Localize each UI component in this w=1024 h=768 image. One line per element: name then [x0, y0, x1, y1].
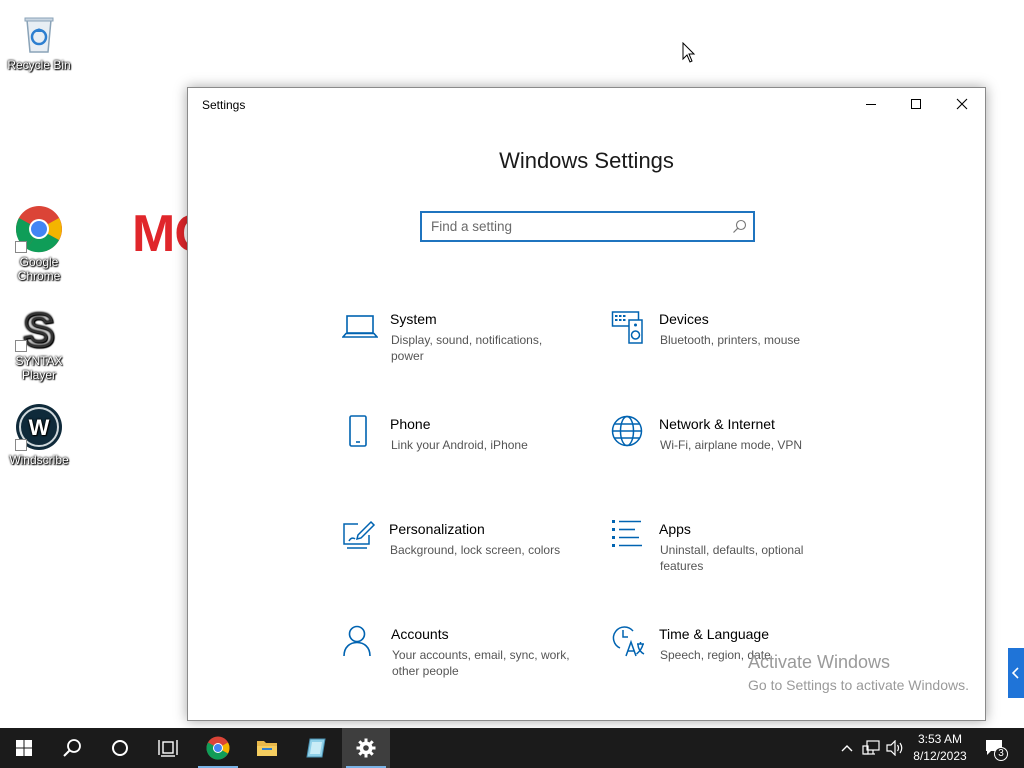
- category-name: Phone: [390, 416, 431, 432]
- chrome-icon: [206, 736, 230, 760]
- chrome-icon: [15, 205, 63, 253]
- app-icon: [306, 738, 326, 758]
- category-name: System: [390, 311, 437, 327]
- devices-icon: [611, 311, 643, 344]
- speaker-icon: [886, 740, 903, 756]
- category-system[interactable]: System Display, sound, notifications, po…: [342, 310, 582, 380]
- category-name: Devices: [659, 311, 709, 327]
- window-title: Settings: [202, 98, 246, 112]
- category-devices[interactable]: Devices Bluetooth, printers, mouse: [611, 310, 851, 380]
- clock-time: 3:53 AM: [917, 732, 963, 746]
- taskbar-app[interactable]: [292, 728, 340, 768]
- category-name: Time & Language: [659, 626, 769, 642]
- shortcut-arrow-icon: [15, 439, 27, 451]
- recycle-bin-icon: [15, 8, 63, 56]
- desktop-icon-recycle-bin[interactable]: Recycle Bin: [1, 8, 77, 72]
- windows-logo-icon: [16, 740, 32, 756]
- taskbar-chrome[interactable]: [194, 728, 242, 768]
- page-title: Windows Settings: [499, 148, 674, 173]
- category-phone[interactable]: Phone Link your Android, iPhone: [342, 415, 582, 485]
- syntax-player-icon: S: [15, 303, 63, 357]
- close-icon: [956, 98, 968, 110]
- category-description: Background, lock screen, colors: [390, 543, 561, 557]
- category-name: Apps: [659, 521, 691, 537]
- cortana-button[interactable]: [96, 728, 144, 768]
- paint-icon: [343, 520, 376, 549]
- system-clock[interactable]: 3:53 AM 8/12/2023: [908, 731, 972, 765]
- taskbar: 3:53 AM 8/12/2023 3: [0, 728, 1024, 768]
- laptop-icon: [342, 315, 378, 338]
- search-input[interactable]: [422, 213, 722, 240]
- settings-window: Settings Windows Settings System Display…: [187, 87, 986, 721]
- category-description: Wi-Fi, airplane mode, VPN: [660, 438, 803, 452]
- network-icon: [862, 740, 880, 755]
- desktop-icon-label: SYNTAX Player: [15, 354, 63, 382]
- minimize-icon: [866, 104, 876, 105]
- desktop-icon-windscribe[interactable]: W Windscribe: [1, 403, 77, 467]
- desktop-icon-label: Google Chrome: [17, 255, 61, 283]
- folder-icon: [257, 741, 277, 756]
- category-description: Speech, region, date: [660, 648, 771, 662]
- desktop-icon-label: Recycle Bin: [7, 58, 71, 72]
- apps-list-icon: [612, 520, 642, 547]
- category-description: Your accounts, email, sync, work, other …: [392, 648, 570, 678]
- show-hidden-icons-button[interactable]: [838, 728, 856, 768]
- category-name: Accounts: [391, 626, 449, 642]
- side-panel-tab[interactable]: [1008, 648, 1024, 698]
- maximize-icon: [911, 99, 921, 109]
- gear-icon: [356, 738, 376, 758]
- taskbar-file-explorer[interactable]: [243, 728, 291, 768]
- task-view-button[interactable]: [144, 728, 192, 768]
- category-description: Display, sound, notifications, power: [391, 333, 543, 363]
- time-language-icon: [612, 626, 645, 657]
- mouse-cursor-icon: [682, 42, 696, 63]
- close-button[interactable]: [939, 88, 985, 120]
- desktop-icon-google-chrome[interactable]: Google Chrome: [1, 205, 77, 283]
- network-tray-button[interactable]: [860, 728, 882, 768]
- notification-count-badge: 3: [994, 747, 1008, 761]
- volume-tray-button[interactable]: [884, 728, 906, 768]
- shortcut-arrow-icon: [15, 241, 27, 253]
- search-box[interactable]: [420, 211, 755, 242]
- category-time-language[interactable]: Time & Language Speech, region, date: [611, 625, 851, 695]
- category-description: Uninstall, defaults, optional features: [660, 543, 804, 573]
- search-icon: [63, 739, 81, 757]
- cortana-circle-icon: [112, 740, 128, 756]
- category-name: Network & Internet: [659, 416, 775, 432]
- search-taskbar-button[interactable]: [48, 728, 96, 768]
- category-description: Bluetooth, printers, mouse: [660, 333, 801, 347]
- title-bar[interactable]: Settings: [188, 88, 985, 120]
- desktop-icon-syntax-player[interactable]: S SYNTAX Player: [1, 303, 77, 382]
- task-view-icon: [158, 740, 178, 757]
- svg-text:W: W: [29, 415, 50, 440]
- clock-date: 8/12/2023: [913, 749, 967, 763]
- phone-icon: [349, 415, 367, 447]
- person-icon: [343, 625, 371, 657]
- start-button[interactable]: [0, 728, 48, 768]
- category-accounts[interactable]: Accounts Your accounts, email, sync, wor…: [343, 625, 583, 695]
- category-apps[interactable]: Apps Uninstall, defaults, optional featu…: [611, 520, 851, 590]
- windscribe-icon: W: [15, 403, 63, 451]
- svg-text:S: S: [24, 304, 55, 352]
- category-name: Personalization: [389, 521, 485, 537]
- action-center-button[interactable]: 3: [980, 728, 1010, 768]
- minimize-button[interactable]: [848, 88, 894, 120]
- taskbar-settings[interactable]: [342, 728, 390, 768]
- category-network-internet[interactable]: Network & Internet Wi-Fi, airplane mode,…: [611, 415, 851, 485]
- search-icon[interactable]: [732, 219, 747, 234]
- chevron-up-icon: [841, 745, 853, 752]
- maximize-button[interactable]: [893, 88, 939, 120]
- shortcut-arrow-icon: [15, 340, 27, 352]
- globe-icon: [611, 415, 643, 447]
- category-personalization[interactable]: Personalization Background, lock screen,…: [341, 520, 581, 590]
- category-description: Link your Android, iPhone: [391, 438, 528, 452]
- desktop-icon-label: Windscribe: [9, 453, 69, 467]
- chevron-left-icon: [1012, 667, 1019, 679]
